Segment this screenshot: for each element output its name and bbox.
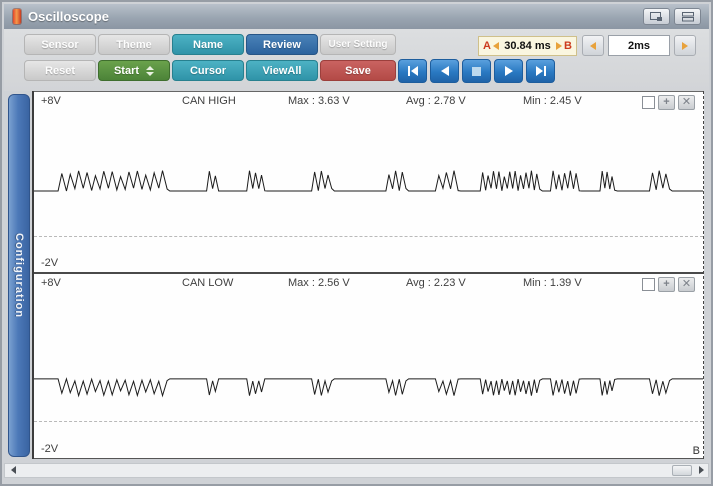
timebase-increase-button[interactable] bbox=[674, 35, 696, 56]
popout-window-icon bbox=[650, 11, 662, 21]
scroll-left-icon[interactable] bbox=[11, 466, 16, 474]
timebase-value[interactable]: 2ms bbox=[608, 35, 670, 56]
viewall-button[interactable]: ViewAll bbox=[246, 60, 318, 81]
waveform-can-low bbox=[34, 274, 703, 458]
user-setting-button[interactable]: User Setting bbox=[320, 34, 396, 55]
tile-windows-icon bbox=[681, 11, 694, 21]
sensor-button[interactable]: Sensor bbox=[24, 34, 96, 55]
cursor-b-label: B bbox=[564, 40, 572, 52]
cursor-b-position-label: B bbox=[692, 445, 700, 457]
play-button[interactable] bbox=[494, 59, 523, 83]
play-icon bbox=[504, 66, 513, 76]
skip-to-start-icon bbox=[407, 66, 418, 76]
stop-button[interactable] bbox=[462, 59, 491, 83]
scope-area: Configuration +8V CAN HIGH Max : 3.63 V … bbox=[4, 91, 709, 461]
scroll-right-icon[interactable] bbox=[699, 466, 704, 474]
channel-can-high[interactable]: +8V CAN HIGH Max : 3.63 V Avg : 2.78 V M… bbox=[34, 91, 703, 272]
range-bottom-label: -2V bbox=[41, 257, 59, 269]
cursor-b-marker-icon bbox=[556, 42, 563, 50]
reset-button[interactable]: Reset bbox=[24, 60, 96, 81]
ab-time-readout: A 30.84 ms B bbox=[478, 36, 577, 56]
left-arrow-icon bbox=[590, 41, 596, 50]
configuration-tab[interactable]: Configuration bbox=[8, 94, 30, 457]
ab-time-value: 30.84 ms bbox=[504, 40, 551, 52]
start-spinner-icon[interactable] bbox=[146, 65, 155, 76]
horizontal-scrollbar[interactable] bbox=[4, 463, 709, 478]
zero-volt-gridline bbox=[34, 236, 703, 237]
stop-icon bbox=[472, 66, 481, 76]
title-bar: Oscilloscope bbox=[4, 4, 709, 29]
skip-to-end-button[interactable] bbox=[526, 59, 555, 83]
window-title: Oscilloscope bbox=[28, 9, 109, 24]
name-button[interactable]: Name bbox=[172, 34, 244, 55]
oscilloscope-window: Oscilloscope Sensor Theme Name Review Us… bbox=[0, 0, 713, 486]
review-button[interactable]: Review bbox=[246, 34, 318, 55]
theme-button[interactable]: Theme bbox=[98, 34, 170, 55]
right-arrow-icon bbox=[682, 41, 688, 50]
timebase-decrease-button[interactable] bbox=[582, 35, 604, 56]
cursor-button[interactable]: Cursor bbox=[172, 60, 244, 81]
step-back-button[interactable] bbox=[430, 59, 459, 83]
channels-container: +8V CAN HIGH Max : 3.63 V Avg : 2.78 V M… bbox=[32, 91, 704, 459]
start-button[interactable]: Start bbox=[98, 60, 170, 81]
scrollbar-thumb[interactable] bbox=[672, 465, 692, 476]
cursor-a-label: A bbox=[483, 40, 491, 52]
zero-volt-gridline bbox=[34, 421, 703, 423]
cursor-a-marker-icon bbox=[492, 42, 499, 50]
configuration-tab-label: Configuration bbox=[13, 232, 25, 319]
save-button[interactable]: Save bbox=[320, 60, 396, 81]
app-icon bbox=[13, 9, 21, 24]
popout-window-button[interactable] bbox=[643, 8, 670, 25]
tile-windows-button[interactable] bbox=[674, 8, 701, 25]
toolbar: Sensor Theme Name Review User Setting Re… bbox=[4, 29, 709, 91]
step-back-icon bbox=[440, 66, 449, 76]
range-bottom-label: -2V bbox=[41, 443, 59, 455]
waveform-can-high bbox=[34, 92, 703, 272]
skip-to-start-button[interactable] bbox=[398, 59, 427, 83]
skip-to-end-icon bbox=[535, 66, 546, 76]
channel-can-low[interactable]: +8V CAN LOW Max : 2.56 V Avg : 2.23 V Mi… bbox=[34, 272, 703, 459]
